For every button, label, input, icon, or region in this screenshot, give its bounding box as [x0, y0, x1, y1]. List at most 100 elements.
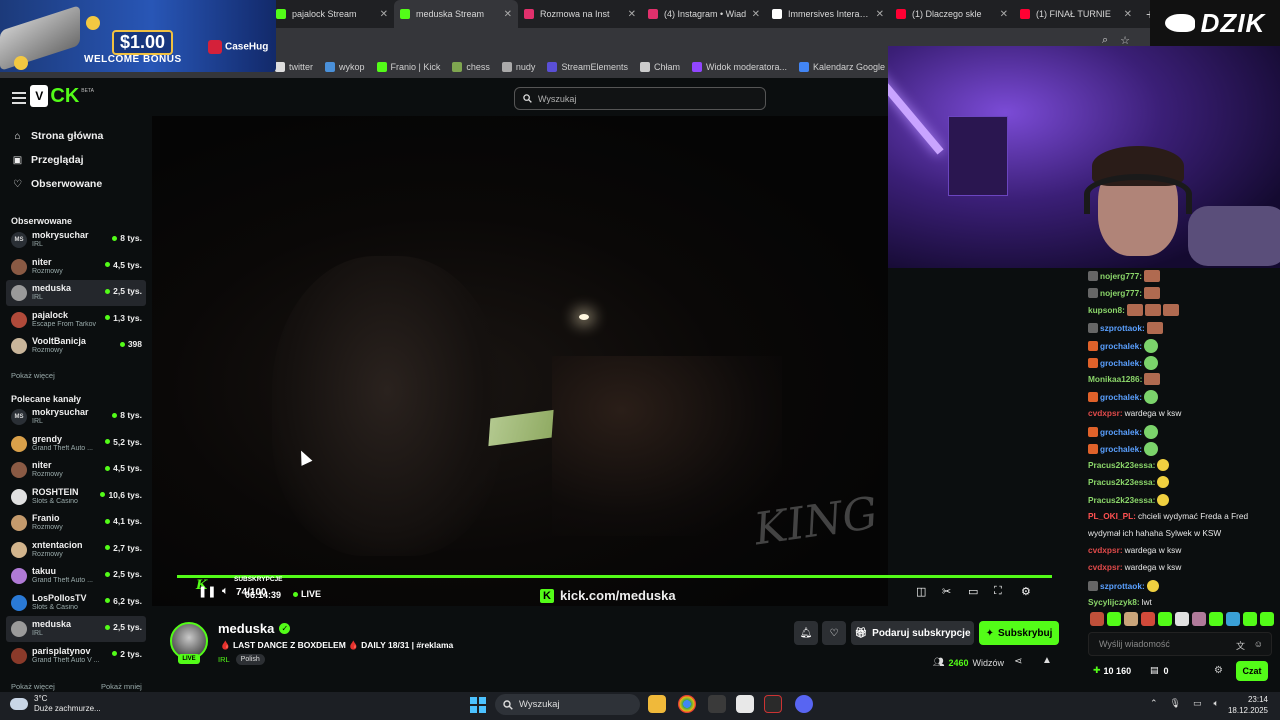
live-indicator[interactable]: LIVE: [293, 589, 321, 599]
gift-subs-button[interactable]: 🎁︎ Podaruj subskrypcje: [851, 621, 974, 645]
display-icon[interactable]: ▭: [1193, 698, 1202, 709]
channel-item[interactable]: LosPollosTV Slots & Casino 6,2 tys.: [6, 590, 146, 616]
emoji-icon[interactable]: ☺: [1254, 639, 1263, 649]
show-more-recommended[interactable]: Pokaż więcej: [11, 682, 55, 691]
browser-tab[interactable]: meduska Stream ✕: [394, 0, 518, 28]
taskbar-clock[interactable]: 23:14 18.12.2025: [1224, 694, 1268, 716]
discord-icon[interactable]: [795, 695, 813, 713]
emote-icon[interactable]: [1209, 612, 1223, 626]
tray-chevron-icon[interactable]: ⌃: [1150, 698, 1158, 709]
kick-logo[interactable]: V CK BETA: [30, 84, 94, 108]
channel-item[interactable]: niter Rozmowy 4,5 tys.: [6, 457, 146, 483]
chat-input[interactable]: [1099, 639, 1229, 649]
language-tag[interactable]: Polish: [235, 654, 265, 665]
settings-gear-button[interactable]: ⚙: [1021, 585, 1031, 598]
channel-item[interactable]: xntentacion Rozmowy 2,7 tys.: [6, 537, 146, 563]
theater-mode-button[interactable]: ▭: [968, 585, 978, 598]
channel-item[interactable]: MS mokrysuchar IRL 8 tys.: [6, 227, 146, 253]
bookmark-item[interactable]: nudy: [501, 62, 535, 72]
show-more-followed[interactable]: Pokaż więcej: [11, 371, 55, 380]
chat-input-box[interactable]: 文 ☺: [1088, 632, 1272, 656]
chat-username[interactable]: grochalek:: [1100, 392, 1142, 402]
channel-item[interactable]: MS mokrysuchar IRL 8 tys.: [6, 404, 146, 430]
emote-icon[interactable]: [1192, 612, 1206, 626]
chrome-icon[interactable]: [678, 695, 696, 713]
emote-icon[interactable]: [1141, 612, 1155, 626]
report-icon[interactable]: ▲: [1042, 655, 1052, 666]
app-icon[interactable]: [708, 695, 726, 713]
translate-icon[interactable]: 文: [1236, 639, 1245, 652]
clip-button[interactable]: ✂︎: [942, 585, 951, 598]
epic-games-icon[interactable]: [764, 695, 782, 713]
microphone-icon[interactable]: 🎙︎: [1170, 698, 1181, 709]
chat-username[interactable]: szprottaok:: [1100, 323, 1145, 333]
bookmark-item[interactable]: chess: [452, 62, 490, 72]
chat-username[interactable]: PL_OKI_PL:: [1088, 511, 1136, 521]
close-icon[interactable]: ✕: [876, 9, 884, 20]
close-icon[interactable]: ✕: [504, 9, 512, 20]
bookmark-item[interactable]: Kalendarz Google -...: [799, 62, 898, 72]
chat-username[interactable]: Pracus2k23essa:: [1088, 495, 1155, 505]
channel-item[interactable]: Franio Rozmowy 4,1 tys.: [6, 510, 146, 536]
bookmark-item[interactable]: twitter: [275, 62, 313, 72]
follow-heart-button[interactable]: ♡: [822, 621, 846, 645]
bookmark-item[interactable]: Chłam: [639, 62, 680, 72]
emote-icon[interactable]: [1090, 612, 1104, 626]
search-input[interactable]: [538, 93, 738, 104]
channel-item[interactable]: parisplatynov Grand Theft Auto V ... 2 tys…: [6, 643, 146, 669]
chat-username[interactable]: Pracus2k23essa:: [1088, 460, 1155, 470]
channel-item[interactable]: ROSHTEIN Slots & Casino 10,6 tys.: [6, 484, 146, 510]
close-icon[interactable]: ✕: [380, 9, 388, 20]
emote-icon[interactable]: [1175, 612, 1189, 626]
chat-username[interactable]: kupson8:: [1088, 305, 1125, 315]
bookmark-item[interactable]: StreamElements: [547, 62, 628, 72]
category-link[interactable]: IRL: [218, 655, 230, 664]
close-icon[interactable]: ✕: [752, 9, 760, 20]
chat-send-button[interactable]: Czat: [1236, 661, 1268, 681]
windows-start-icon[interactable]: [470, 697, 486, 713]
speaker-icon[interactable]: 🔈︎: [1214, 698, 1219, 709]
emote-icon[interactable]: [1243, 612, 1257, 626]
emote-icon[interactable]: [1260, 612, 1274, 626]
bookmark-item[interactable]: Franio | Kick: [376, 62, 440, 72]
progress-bar[interactable]: [177, 575, 1052, 578]
chat-username[interactable]: grochalek:: [1100, 444, 1142, 454]
chat-username[interactable]: Monikaa1286:: [1088, 374, 1142, 384]
sidebar-nav-item[interactable]: ♡ Obserwowane: [12, 178, 102, 190]
app-icon[interactable]: [736, 695, 754, 713]
channel-item[interactable]: meduska IRL 2,5 tys.: [6, 616, 146, 642]
close-icon[interactable]: ✕: [628, 9, 636, 20]
channel-item[interactable]: takuu Grand Theft Auto ... 2,5 tys.: [6, 563, 146, 589]
channel-item[interactable]: grendy Grand Theft Auto ... 5,2 tys.: [6, 431, 146, 457]
sidebar-nav-item[interactable]: ⌂ Strona główna: [12, 130, 103, 142]
channel-item[interactable]: niter Rozmowy 4,5 tys.: [6, 254, 146, 280]
chat-username[interactable]: szprottaok:: [1100, 581, 1145, 591]
emote-icon[interactable]: [1107, 612, 1121, 626]
channel-item[interactable]: meduska IRL 2,5 tys.: [6, 280, 146, 306]
channel-item[interactable]: VooltBanicja Rozmowy 398: [6, 333, 146, 359]
miniplayer-button[interactable]: ◫: [916, 585, 926, 598]
close-icon[interactable]: ✕: [1124, 9, 1132, 20]
browser-tab[interactable]: (4) Instagram • Wiad ✕: [642, 0, 766, 28]
browser-tab[interactable]: Rozmowa na Inst ✕: [518, 0, 642, 28]
streamer-name[interactable]: meduska ✓: [218, 621, 291, 636]
chat-username[interactable]: nojerg777:: [1100, 288, 1142, 298]
volume-button[interactable]: 🔈︎: [222, 585, 229, 598]
bookmark-item[interactable]: wykop: [325, 62, 365, 72]
chat-username[interactable]: Pracus2k23essa:: [1088, 477, 1155, 487]
chat-username[interactable]: cvdxpsr:: [1088, 408, 1123, 418]
chat-username[interactable]: grochalek:: [1100, 341, 1142, 351]
chat-username[interactable]: cvdxpsr:: [1088, 545, 1123, 555]
chat-username[interactable]: Sycylijczyk8:: [1088, 597, 1140, 607]
show-less-recommended[interactable]: Pokaż mniej: [101, 682, 142, 691]
pause-button[interactable]: ❚❚: [198, 585, 216, 598]
chat-settings-gear-icon[interactable]: ⚙: [1214, 665, 1223, 676]
browser-tab[interactable]: pajalock Stream ✕: [270, 0, 394, 28]
browser-tab[interactable]: (1) Dlaczego skle ✕: [890, 0, 1014, 28]
subscribe-button[interactable]: ✦ Subskrybuj: [979, 621, 1059, 645]
search-box[interactable]: [514, 87, 766, 110]
menu-icon[interactable]: [12, 92, 26, 104]
weather-widget[interactable]: 3°C Duże zachmurze...: [10, 694, 101, 714]
chat-username[interactable]: grochalek:: [1100, 358, 1142, 368]
chat-username[interactable]: grochalek:: [1100, 427, 1142, 437]
